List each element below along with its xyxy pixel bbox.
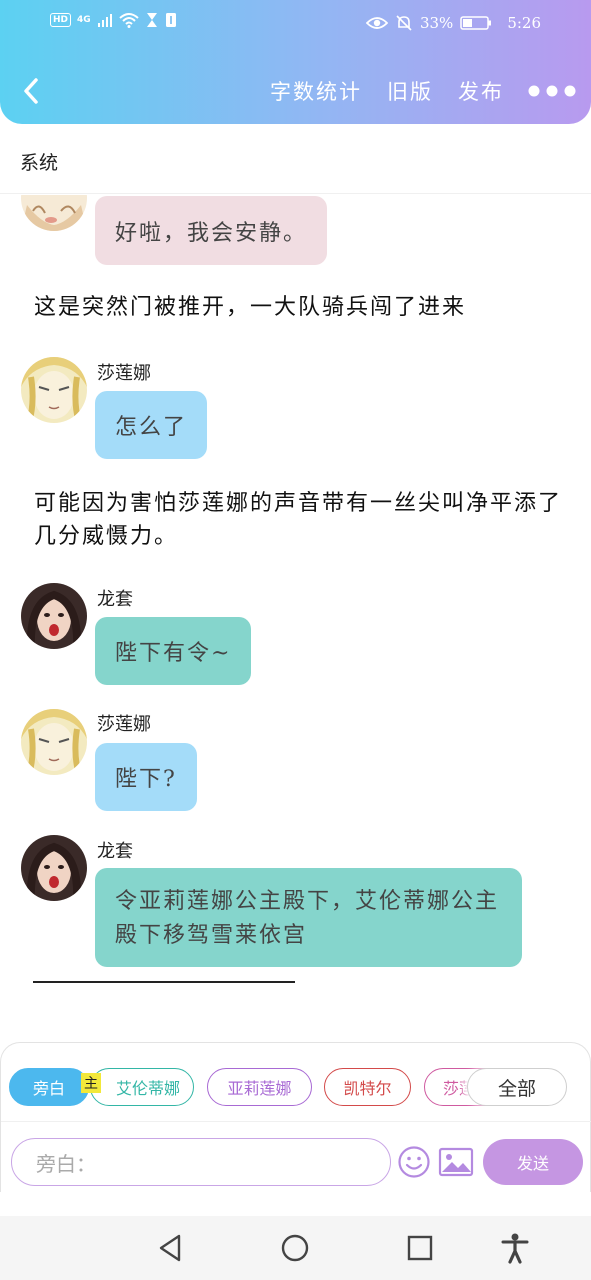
chat-area[interactable]: 好啦，我会安静。 这是突然门被推开，一大队骑兵闯了进来 莎莲娜 怎么了 可能因为… <box>0 195 591 1040</box>
speaker-name: 龙套 <box>97 841 133 862</box>
narration-text[interactable]: 可能因为害怕莎莲娜的声音带有一丝尖叫净平添了几分威慑力。 <box>34 487 564 553</box>
message-bubble[interactable]: 好啦，我会安静。 <box>95 196 328 265</box>
image-icon[interactable] <box>438 1147 474 1177</box>
narration-text[interactable]: 这是突然门被推开，一大队骑兵闯了进来 <box>34 291 564 324</box>
role-chip-ailundina[interactable]: 艾伦蒂娜 <box>90 1068 194 1106</box>
eye-icon <box>365 17 388 29</box>
message-bubble[interactable]: 陛下? <box>95 743 197 811</box>
hd-tag: HD <box>50 13 72 27</box>
home-circle-icon[interactable] <box>280 1232 310 1264</box>
status-right: 33% 5:26 <box>365 13 541 33</box>
avatar[interactable] <box>21 709 87 775</box>
message-bubble[interactable]: 怎么了 <box>95 391 208 459</box>
avatar[interactable] <box>21 357 87 423</box>
speaker-name: 莎莲娜 <box>97 714 151 735</box>
message-bubble[interactable]: 陛下有令~ <box>95 617 252 685</box>
avatar[interactable] <box>21 583 87 649</box>
emoji-icon[interactable] <box>397 1145 431 1179</box>
clock: 5:26 <box>507 14 541 32</box>
avatar[interactable] <box>21 835 87 901</box>
word-count-button[interactable]: 字数统计 <box>270 76 362 106</box>
old-version-button[interactable]: 旧版 <box>387 76 433 106</box>
recents-square-icon[interactable] <box>405 1232 435 1264</box>
role-chip-yaliliana[interactable]: 亚莉莲娜 <box>207 1068 312 1106</box>
composer-separator <box>1 1121 591 1122</box>
battery-percent: 33% <box>419 14 454 32</box>
end-divider <box>33 981 295 983</box>
system-nav-bar <box>0 1216 591 1280</box>
role-chip-narrator[interactable]: 旁白 <box>9 1068 89 1106</box>
publish-button[interactable]: 发布 <box>458 76 504 106</box>
status-bar: HD 4G 33% 5:26 <box>0 0 591 48</box>
more-options-icon[interactable] <box>527 84 577 98</box>
message-bubble[interactable]: 令亚莉莲娜公主殿下，艾伦蒂娜公主殿下移驾雪莱依宫 <box>95 868 522 967</box>
back-triangle-icon[interactable] <box>155 1232 185 1264</box>
composer-panel: 旁白 艾伦蒂娜 主 亚莉莲娜 凯特尔 莎莲 全部 旁白： 发送 <box>0 1042 591 1192</box>
back-arrow-icon[interactable] <box>18 74 48 108</box>
sim-icon <box>165 13 176 27</box>
speaker-name: 龙套 <box>97 589 133 610</box>
battery-icon <box>460 16 492 30</box>
app-header: HD 4G 33% 5:26 字数统计 旧版 发布 <box>0 0 591 124</box>
hourglass-icon <box>146 13 157 27</box>
nav-bar: 字数统计 旧版 发布 <box>0 70 591 112</box>
status-left: HD 4G <box>50 12 177 28</box>
message-input[interactable]: 旁白： <box>11 1138 391 1186</box>
system-row: 系统 <box>0 124 591 194</box>
accessibility-icon[interactable] <box>500 1232 530 1264</box>
avatar[interactable] <box>21 195 87 231</box>
signal-icon <box>97 14 112 27</box>
send-button[interactable]: 发送 <box>483 1139 583 1185</box>
mute-bell-icon <box>396 15 412 31</box>
speaker-name: 莎莲娜 <box>97 363 151 384</box>
network-tag: 4G <box>77 15 91 25</box>
system-label: 系统 <box>20 152 59 174</box>
wifi-icon <box>119 13 139 28</box>
main-role-badge: 主 <box>81 1073 101 1093</box>
all-roles-button[interactable]: 全部 <box>467 1068 567 1106</box>
role-chip-kaiteer[interactable]: 凯特尔 <box>324 1068 411 1106</box>
